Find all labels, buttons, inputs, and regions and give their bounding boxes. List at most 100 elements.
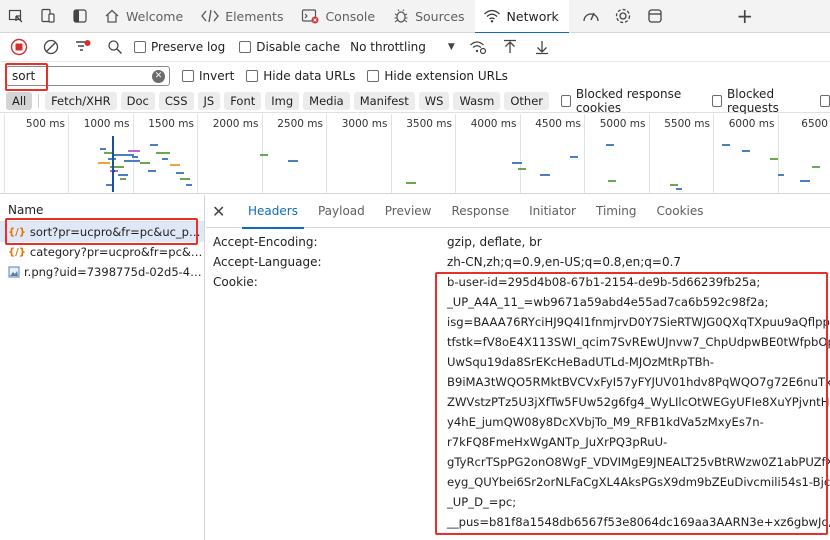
tab-network[interactable]: Network bbox=[474, 0, 569, 34]
timeline-gridline bbox=[519, 114, 521, 193]
timeline-tick-label: 6500 bbox=[801, 118, 828, 130]
timeline-request-bar bbox=[176, 172, 184, 174]
request-name: category?pr=ucpro&fr=pc&uc... bbox=[29, 245, 204, 259]
blocked-cookies-checkbox[interactable]: Blocked response cookies bbox=[561, 87, 698, 115]
checkbox-box[interactable] bbox=[239, 41, 252, 53]
tab-initiator[interactable]: Initiator bbox=[519, 195, 586, 228]
type-filter-wasm[interactable]: Wasm bbox=[453, 91, 501, 110]
header-name: Accept-Encoding: bbox=[213, 235, 318, 249]
record-button[interactable] bbox=[6, 35, 32, 59]
timeline-request-bar bbox=[170, 164, 180, 166]
type-filter-css[interactable]: CSS bbox=[158, 91, 194, 110]
plus-icon: + bbox=[736, 4, 754, 28]
type-filter-ws[interactable]: WS bbox=[418, 91, 450, 110]
xhr-icon: {/} bbox=[8, 246, 26, 258]
bug-icon bbox=[394, 9, 408, 23]
timeline-tick-label: 1000 ms bbox=[83, 118, 130, 130]
type-filter-fetch-xhr[interactable]: Fetch/XHR bbox=[45, 91, 117, 110]
timeline-start-line bbox=[4, 114, 5, 193]
blocked-requests-checkbox[interactable]: Blocked requests bbox=[712, 87, 808, 115]
header-value: gzip, deflate, br bbox=[447, 235, 542, 249]
tab-payload[interactable]: Payload bbox=[308, 195, 375, 228]
settings-gear-icon[interactable] bbox=[607, 0, 639, 33]
clear-filter-icon[interactable]: ✕ bbox=[152, 70, 165, 83]
network-toolbar: Preserve log Disable cache No throttling… bbox=[0, 33, 830, 62]
tab-console[interactable]: Console bbox=[293, 0, 385, 33]
tab-elements[interactable]: Elements bbox=[193, 0, 293, 33]
checkbox-box[interactable] bbox=[134, 41, 146, 53]
requests-panel: Name {/} sort?pr=ucpro&fr=pc&uc_para... … bbox=[0, 195, 205, 540]
disable-cache-checkbox[interactable]: Disable cache bbox=[239, 40, 340, 54]
search-button[interactable] bbox=[102, 35, 128, 59]
preserve-log-checkbox[interactable]: Preserve log bbox=[134, 40, 225, 54]
highlight-annotation bbox=[435, 272, 828, 535]
type-filter-doc[interactable]: Doc bbox=[120, 91, 155, 110]
type-filter-js[interactable]: JS bbox=[197, 91, 221, 110]
filter-icon bbox=[76, 40, 91, 51]
timeline-tick-label: 2000 ms bbox=[212, 118, 259, 130]
checkbox-box[interactable] bbox=[712, 94, 723, 107]
type-filter-font[interactable]: Font bbox=[224, 91, 262, 110]
checkbox-box[interactable] bbox=[561, 94, 571, 107]
device-emulation-icon[interactable] bbox=[32, 0, 64, 33]
checkbox-box[interactable] bbox=[367, 70, 380, 82]
timeline-request-bar bbox=[128, 150, 140, 152]
panel-toggle-icon[interactable] bbox=[64, 0, 96, 33]
checkbox-box[interactable] bbox=[246, 70, 259, 82]
tab-headers[interactable]: Headers bbox=[238, 195, 308, 229]
tab-welcome[interactable]: Welcome bbox=[96, 0, 193, 33]
tab-preview[interactable]: Preview bbox=[375, 195, 442, 228]
type-filter-all[interactable]: All bbox=[6, 91, 33, 110]
header-name: Accept-Language: bbox=[213, 255, 322, 269]
close-icon[interactable]: ✕ bbox=[212, 202, 238, 221]
invert-label: Invert bbox=[199, 69, 235, 83]
checkbox-box[interactable] bbox=[182, 70, 194, 82]
tab-response[interactable]: Response bbox=[441, 195, 519, 228]
timeline-request-bar bbox=[812, 166, 820, 168]
tab-sources[interactable]: Sources bbox=[385, 0, 474, 33]
timeline-request-bar bbox=[676, 188, 682, 190]
timeline-tick-label: 500 ms bbox=[25, 118, 65, 130]
type-filter-media[interactable]: Media bbox=[303, 91, 350, 110]
throttling-select[interactable]: No throttling ▼ bbox=[350, 40, 455, 54]
dom-content-loaded-marker bbox=[112, 136, 114, 192]
type-filter-img[interactable]: Img bbox=[265, 91, 300, 110]
tab-label: Sources bbox=[415, 8, 465, 24]
request-row[interactable]: r.png?uid=7398775d-02d5-48f... bbox=[0, 262, 204, 282]
tab-label: Console bbox=[325, 8, 376, 24]
inspect-icon[interactable] bbox=[0, 0, 32, 33]
timeline-tick-label: 3500 ms bbox=[406, 118, 452, 130]
add-tab-button[interactable]: + bbox=[729, 0, 761, 33]
import-har-button[interactable] bbox=[497, 35, 523, 59]
network-overview-timeline[interactable]: 500 ms 1000 ms 1500 ms 2000 ms 2500 ms 3000 m… bbox=[0, 114, 830, 194]
clear-log-button[interactable] bbox=[38, 35, 64, 59]
timeline-request-bar bbox=[260, 154, 268, 156]
performance-icon[interactable] bbox=[575, 0, 607, 33]
filter-toggle-button[interactable] bbox=[70, 35, 96, 59]
timeline-request-bar bbox=[722, 144, 730, 146]
highlight-annotation bbox=[5, 218, 198, 245]
timeline-request-bar bbox=[124, 160, 140, 162]
timeline-request-bar bbox=[406, 182, 416, 184]
details-tabs: ✕ Headers Payload Preview Response Initi… bbox=[206, 195, 830, 229]
timeline-request-bar bbox=[118, 174, 128, 176]
timeline-request-bar bbox=[162, 158, 168, 160]
upload-icon bbox=[503, 39, 516, 53]
application-icon[interactable] bbox=[639, 0, 671, 33]
wifi-settings-icon bbox=[469, 41, 486, 55]
network-conditions-button[interactable] bbox=[465, 35, 491, 59]
hide-extension-urls-checkbox[interactable]: Hide extension URLs bbox=[367, 69, 508, 83]
type-filter-other[interactable]: Other bbox=[504, 91, 549, 110]
overflow-checkbox[interactable] bbox=[819, 94, 830, 107]
tab-cookies[interactable]: Cookies bbox=[647, 195, 714, 228]
invert-checkbox[interactable]: Invert bbox=[182, 69, 234, 83]
code-icon bbox=[201, 9, 220, 23]
export-har-button[interactable] bbox=[529, 35, 555, 59]
timeline-request-bar bbox=[140, 162, 150, 164]
tab-timing[interactable]: Timing bbox=[586, 195, 647, 228]
type-filter-manifest[interactable]: Manifest bbox=[353, 91, 415, 110]
request-row[interactable]: {/} category?pr=ucpro&fr=pc&uc... bbox=[0, 242, 204, 262]
hide-data-urls-checkbox[interactable]: Hide data URLs bbox=[246, 69, 355, 83]
timeline-request-bar bbox=[778, 174, 784, 176]
console-icon bbox=[302, 9, 319, 24]
